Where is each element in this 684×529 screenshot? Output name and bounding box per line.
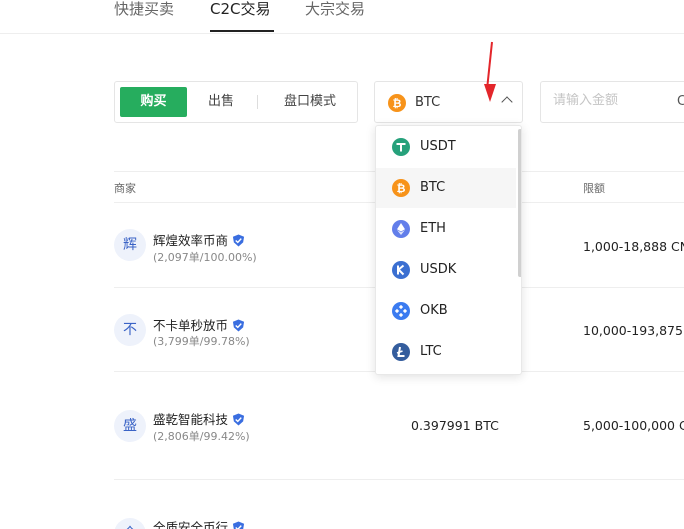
btc-icon: ₿ [388, 94, 406, 116]
coin-option-label: USDT [420, 139, 456, 154]
chevron-up-icon [501, 96, 513, 108]
limit-value: 5,000-100,000 C [583, 418, 684, 433]
btc-icon: ₿ [392, 179, 410, 201]
sell-button[interactable]: 出售 [199, 87, 243, 117]
merchant-name-text: 不卡单秒放币 [153, 318, 229, 333]
amount-input[interactable] [553, 93, 663, 108]
merchant-name-text: 辉煌效率币商 [153, 233, 229, 248]
merchant-stats: (3,799单/99.78%) [153, 335, 250, 348]
limit-value: 10,000-193,875. [583, 323, 684, 338]
dropdown-scrollbar[interactable] [518, 129, 521, 277]
header-limit: 限额 [583, 182, 605, 195]
usdt-icon [392, 138, 410, 160]
verified-icon [232, 319, 245, 332]
verified-icon [232, 521, 245, 529]
merchant-stats: (2,097单/100.00%) [153, 251, 257, 264]
buy-button[interactable]: 购买 [120, 87, 187, 117]
merchant-stats: (2,806单/99.42%) [153, 430, 250, 443]
tab-quick-trade[interactable]: 快捷买卖 [114, 0, 174, 19]
merchant-name[interactable]: 盛乾智能科技 [153, 409, 245, 428]
merchant-name[interactable]: 不卡单秒放币 [153, 315, 245, 334]
eth-icon [392, 220, 410, 242]
limit-value: 1,000-18,888 CN [583, 239, 684, 254]
table-row: 盛 盛乾智能科技 (2,806单/99.42%) 0.397991 BTC 5,… [114, 372, 684, 480]
merchant-name[interactable]: 辉煌效率币商 [153, 230, 245, 249]
header-merchant: 商家 [114, 182, 136, 195]
coin-option-label: ETH [420, 221, 446, 236]
coin-option-label: USDK [420, 262, 457, 277]
coin-option-label: BTC [420, 180, 446, 195]
coin-option-ltc[interactable]: LTC [376, 332, 516, 372]
merchant-name-text: 盛乾智能科技 [153, 412, 229, 427]
coin-option-okb[interactable]: OKB [376, 291, 516, 331]
trade-mode-switch: 购买 出售 盘口模式 [114, 81, 358, 123]
annotation-arrow-head [484, 84, 496, 102]
coin-option-btc[interactable]: ₿ BTC [376, 168, 516, 208]
coin-select[interactable]: ₿ BTC [374, 81, 523, 123]
top-nav: 快捷买卖 C2C交易 大宗交易 [0, 0, 684, 34]
active-tab-indicator [210, 30, 274, 32]
coin-option-usdt[interactable]: USDT [376, 127, 516, 167]
coin-option-label: LTC [420, 344, 442, 359]
tab-c2c-trade[interactable]: C2C交易 [210, 0, 271, 19]
okb-icon [392, 302, 410, 324]
verified-icon [232, 234, 245, 247]
coin-option-usdk[interactable]: USDK [376, 250, 516, 290]
svg-text:₿: ₿ [397, 182, 406, 195]
block-mode-button[interactable]: 盘口模式 [272, 87, 348, 117]
avatar: 辉 [114, 229, 146, 261]
coin-select-value: BTC [415, 95, 441, 110]
avatar: 不 [114, 314, 146, 346]
avatar: 全 [114, 518, 146, 529]
price-value: 0.397991 BTC [411, 418, 499, 433]
coin-dropdown: USDT ₿ BTC ETH USDK OKB LTC [375, 125, 522, 375]
currency-suffix[interactable]: C [677, 94, 684, 109]
usdk-icon [392, 261, 410, 283]
verified-icon [232, 413, 245, 426]
tab-block-trade[interactable]: 大宗交易 [305, 0, 365, 19]
ltc-icon [392, 343, 410, 365]
divider [257, 95, 258, 109]
table-row: 全 全质安全币行 [114, 480, 684, 529]
merchant-name[interactable]: 全质安全币行 [153, 517, 245, 529]
coin-option-label: OKB [420, 303, 448, 318]
svg-text:₿: ₿ [393, 97, 402, 110]
avatar: 盛 [114, 410, 146, 442]
amount-field: C [540, 81, 684, 123]
merchant-name-text: 全质安全币行 [153, 520, 229, 529]
coin-option-eth[interactable]: ETH [376, 209, 516, 249]
